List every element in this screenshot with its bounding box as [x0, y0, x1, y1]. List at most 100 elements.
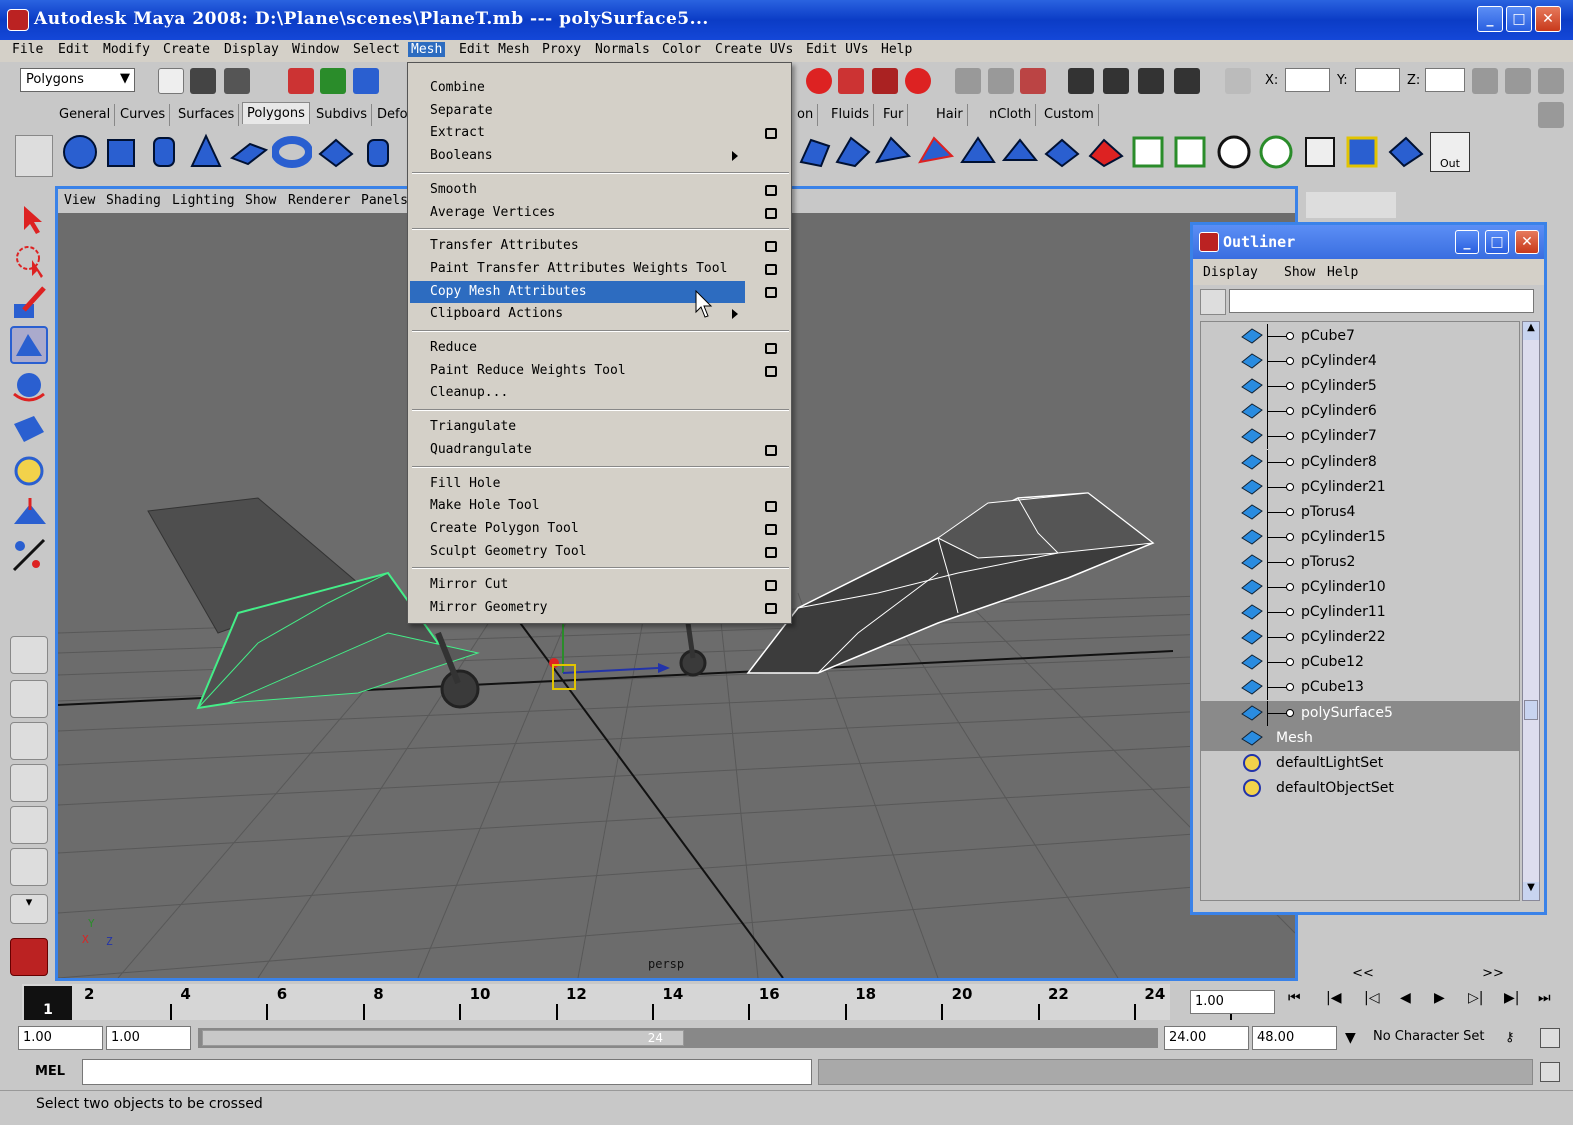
mesh-menu-item[interactable]: Sculpt Geometry Tool — [410, 541, 745, 563]
auto-key-icon[interactable]: ⚷ — [1505, 1030, 1515, 1045]
menu-color[interactable]: Color — [659, 42, 704, 57]
playback-start-field[interactable]: 1.00 — [106, 1026, 191, 1050]
show-manipulator-icon[interactable] — [10, 536, 48, 574]
mesh-menu-item[interactable]: Reduce — [410, 337, 745, 359]
menuset-dropdown[interactable]: Polygons ▼ — [20, 68, 135, 92]
tree-node-dot[interactable] — [1286, 507, 1294, 516]
construction-history-icon[interactable] — [1020, 68, 1046, 94]
play-forward-icon[interactable]: ▶ — [1434, 990, 1445, 1006]
scale-tool-icon[interactable] — [10, 410, 48, 448]
option-box-icon[interactable] — [765, 128, 777, 140]
uv-automatic-icon[interactable] — [1256, 132, 1296, 172]
outliner-row[interactable]: pTorus2 — [1201, 549, 1519, 575]
uv-editor-icon[interactable] — [1300, 132, 1340, 172]
outliner-minimize-button[interactable]: _ — [1455, 230, 1479, 254]
maximize-button[interactable]: □ — [1506, 6, 1532, 32]
move-tool-icon[interactable] — [10, 326, 48, 364]
tree-node-dot[interactable] — [1286, 357, 1294, 366]
tab-ncloth[interactable]: nCloth — [985, 104, 1037, 126]
rotate-tool-icon[interactable] — [10, 368, 48, 406]
outliner-app-icon[interactable] — [1199, 232, 1219, 252]
mesh-menu-item[interactable]: Combine — [410, 77, 745, 99]
poly-cylinder-icon[interactable] — [144, 132, 184, 172]
mesh-menu-item[interactable]: Paint Reduce Weights Tool — [410, 360, 745, 382]
vp-menu-lighting[interactable]: Lighting — [172, 193, 235, 208]
render-frame-icon[interactable] — [1103, 68, 1129, 94]
menu-modify[interactable]: Modify — [100, 42, 153, 57]
option-box-icon[interactable] — [765, 241, 777, 253]
menu-select[interactable]: Select — [350, 42, 403, 57]
poly-sphere-icon[interactable] — [60, 132, 100, 172]
step-back-frame-icon[interactable]: |◁ — [1364, 990, 1379, 1006]
menu-mesh[interactable]: Mesh — [408, 42, 446, 57]
option-box-icon[interactable] — [765, 546, 777, 558]
z-coord-field[interactable] — [1425, 68, 1465, 92]
option-box-icon[interactable] — [765, 263, 777, 275]
outliner-row[interactable]: defaultObjectSet — [1201, 776, 1519, 801]
step-forward-key-icon[interactable]: ▶| — [1504, 990, 1519, 1006]
tab-polygons[interactable]: Polygons — [242, 102, 310, 124]
output-ops-icon[interactable] — [988, 68, 1014, 94]
mesh-menu-item[interactable]: Create Polygon Tool — [410, 518, 745, 540]
poly-prism-icon[interactable] — [316, 132, 356, 172]
four-pane-layout-icon[interactable] — [10, 680, 48, 718]
character-set-field[interactable]: No Character Set — [1370, 1026, 1495, 1050]
outliner-row[interactable]: pCylinder5 — [1201, 374, 1519, 400]
option-box-icon[interactable] — [765, 444, 777, 456]
mesh-menu-item[interactable]: Triangulate — [410, 416, 745, 438]
menu-edit-mesh[interactable]: Edit Mesh — [456, 42, 532, 57]
split-polygon-icon[interactable] — [916, 132, 956, 172]
mesh-menu-item[interactable]: Booleans — [410, 145, 745, 167]
mesh-menu-item[interactable]: Quadrangulate — [410, 439, 745, 461]
tab-fur[interactable]: Fur — [879, 104, 909, 126]
tree-node-dot[interactable] — [1286, 708, 1294, 717]
tree-node-dot[interactable] — [1286, 557, 1294, 566]
play-backward-icon[interactable]: ◀ — [1400, 990, 1411, 1006]
poly-cone-icon[interactable] — [186, 132, 226, 172]
tree-node-dot[interactable] — [1286, 457, 1294, 466]
tree-node-dot[interactable] — [1286, 332, 1294, 340]
tab-general[interactable]: General — [55, 104, 116, 126]
outliner-row[interactable]: pCylinder7 — [1201, 424, 1519, 450]
go-to-start-icon[interactable]: ⏮ — [1288, 990, 1301, 1006]
outliner-filter-icon[interactable] — [1200, 289, 1226, 315]
animation-end-field[interactable]: 48.00 — [1252, 1026, 1337, 1050]
ipr-render-icon[interactable] — [1138, 68, 1164, 94]
tab-hair[interactable]: Hair — [932, 104, 968, 126]
step-forward-frame-icon[interactable]: ▷| — [1468, 990, 1483, 1006]
option-box-icon[interactable] — [765, 286, 777, 298]
animation-start-field[interactable]: 1.00 — [18, 1026, 103, 1050]
vp-menu-view[interactable]: View — [64, 193, 95, 208]
extrude-icon[interactable] — [795, 132, 835, 172]
graph-persp-layout-icon[interactable] — [10, 764, 48, 802]
character-set-chevron-icon[interactable]: ▼ — [1345, 1030, 1356, 1046]
paint-select-tool-icon[interactable] — [10, 284, 48, 322]
option-box-icon[interactable] — [765, 580, 777, 592]
menu-edit[interactable]: Edit — [55, 42, 92, 57]
outliner-menu-show[interactable]: Show — [1284, 265, 1315, 280]
hypershade-layout-icon[interactable] — [10, 806, 48, 844]
select-hierarchy-icon[interactable] — [288, 68, 314, 94]
y-coord-field[interactable] — [1355, 68, 1400, 92]
menu-help[interactable]: Help — [878, 42, 915, 57]
outliner-row[interactable]: pCylinder21 — [1201, 474, 1519, 500]
render-view-icon[interactable] — [1068, 68, 1094, 94]
outliner-menu-display[interactable]: Display — [1203, 265, 1258, 280]
tree-node-dot[interactable] — [1286, 608, 1294, 617]
uv-layout-icon[interactable] — [1342, 132, 1382, 172]
texture-icon[interactable] — [1386, 132, 1426, 172]
menu-file[interactable]: File — [9, 42, 46, 57]
menu-window[interactable]: Window — [289, 42, 342, 57]
outliner-row[interactable]: pCylinder22 — [1201, 625, 1519, 651]
outliner-row[interactable]: pCylinder15 — [1201, 524, 1519, 550]
outliner-row[interactable]: defaultLightSet — [1201, 751, 1519, 776]
tree-node-dot[interactable] — [1286, 407, 1294, 416]
lasso-tool-icon[interactable] — [10, 242, 48, 280]
input-ops-icon[interactable] — [955, 68, 981, 94]
select-tool-icon[interactable] — [10, 200, 48, 238]
new-scene-icon[interactable] — [158, 68, 184, 94]
tab-surfaces[interactable]: Surfaces — [174, 104, 240, 126]
universal-manipulator-icon[interactable] — [10, 452, 48, 490]
scroll-thumb[interactable] — [1524, 700, 1538, 720]
select-object-icon[interactable] — [320, 68, 346, 94]
